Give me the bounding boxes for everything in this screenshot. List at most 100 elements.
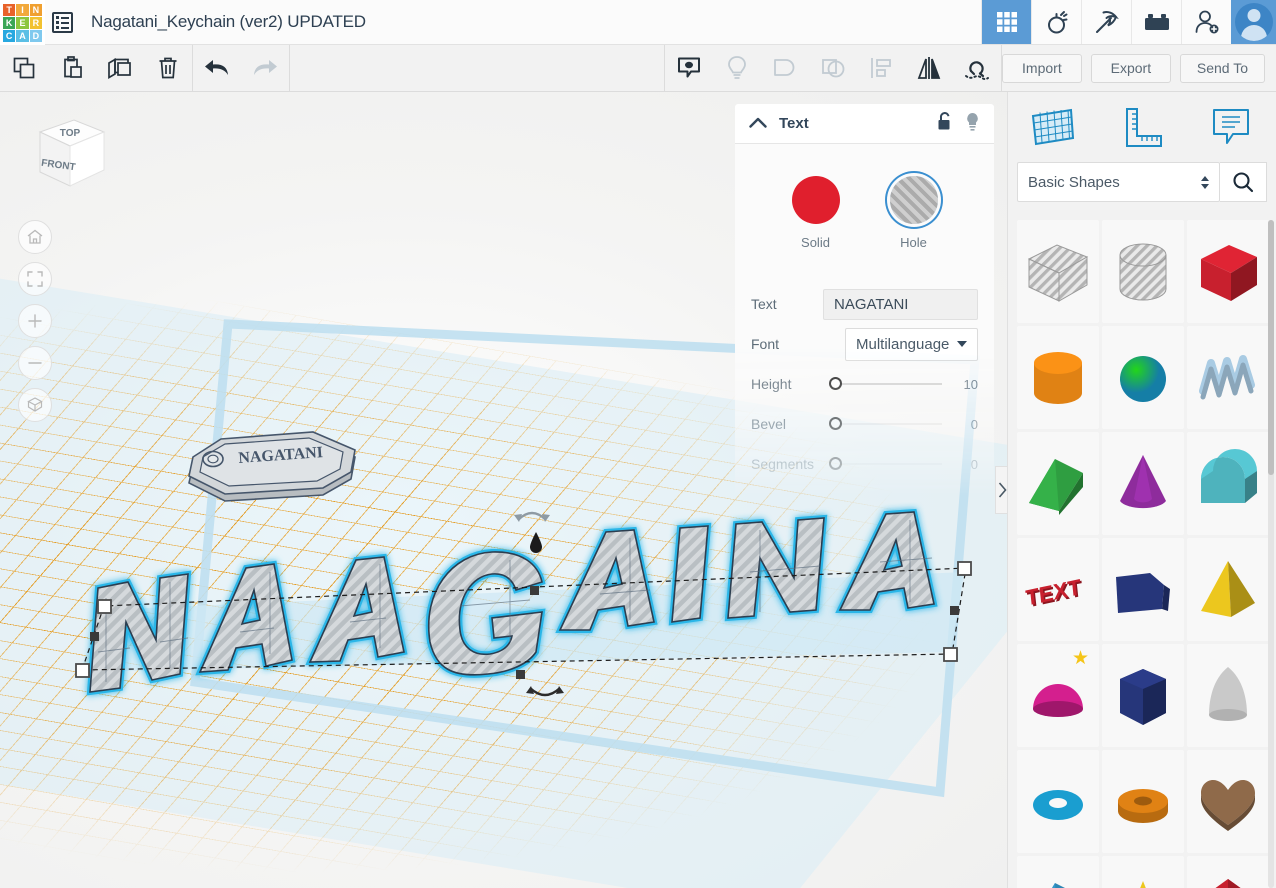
shape-wedge-blue[interactable] — [1017, 856, 1099, 888]
solid-swatch[interactable]: Solid — [791, 176, 840, 250]
edit-tools — [0, 45, 192, 92]
toolbar-divider-2 — [289, 44, 290, 92]
field-bevel: Bevel 0 — [751, 404, 978, 444]
spinner-arrows-icon — [1201, 175, 1209, 189]
bevel-value: 0 — [970, 416, 978, 432]
duplicate-icon[interactable] — [96, 45, 144, 92]
perspective-toggle-icon[interactable] — [18, 388, 52, 422]
shape-hexagonal-prism[interactable] — [1102, 644, 1184, 747]
trash-icon[interactable] — [144, 45, 192, 92]
topbar-actions — [981, 0, 1276, 44]
shape-half-cylinder[interactable] — [1187, 432, 1269, 535]
shape-category-select[interactable]: Basic Shapes — [1017, 162, 1220, 202]
bevel-slider[interactable] — [829, 417, 942, 430]
note-icon[interactable] — [1187, 92, 1276, 162]
shape-box-hole[interactable] — [1017, 220, 1099, 323]
shape-heart[interactable] — [1187, 750, 1269, 853]
shape-star[interactable] — [1102, 856, 1184, 888]
shape-polygon-box[interactable] — [1102, 538, 1184, 641]
ungroup-icon[interactable] — [809, 45, 857, 92]
shape-tube[interactable] — [1102, 750, 1184, 853]
shape-cylinder[interactable] — [1017, 326, 1099, 429]
shapes-grid[interactable]: TEXT TEXT ★ — [1017, 220, 1269, 888]
hole-swatch[interactable]: Hole — [889, 176, 938, 250]
rotate-handle-top[interactable] — [512, 504, 552, 526]
paste-icon[interactable] — [48, 45, 96, 92]
resize-handle-bl — [75, 663, 90, 678]
ruler-icon[interactable] — [1097, 92, 1186, 162]
segments-slider-knob[interactable] — [829, 457, 842, 470]
user-avatar[interactable] — [1231, 0, 1276, 44]
segments-value: 0 — [970, 456, 978, 472]
top-bar: TIN KER CAD Nagatani_Keychain (ver2) UPDAT… — [0, 0, 1276, 45]
shape-cylinder-hole[interactable] — [1102, 220, 1184, 323]
sidebar-tool-tabs — [1008, 92, 1276, 162]
undo-icon[interactable] — [193, 45, 241, 92]
shape-half-sphere[interactable]: ★ — [1017, 644, 1099, 747]
sendto-button[interactable]: Send To — [1179, 53, 1265, 83]
chevron-right-icon — [998, 482, 1007, 498]
tinkercad-logo[interactable]: TIN KER CAD — [0, 0, 45, 45]
mirror-icon[interactable] — [905, 45, 953, 92]
font-select-value: Multilanguage — [856, 335, 950, 353]
logo-letter-i: I — [16, 4, 29, 16]
add-person-icon[interactable] — [1181, 0, 1231, 44]
lego-brick-icon[interactable] — [1131, 0, 1181, 44]
solid-hole-swatches: Solid Hole — [735, 162, 994, 250]
codeblocks-icon[interactable] — [1031, 0, 1081, 44]
height-handle[interactable] — [528, 532, 544, 554]
shape-text[interactable]: TEXT TEXT — [1017, 538, 1099, 641]
unlock-icon[interactable] — [937, 111, 953, 136]
export-button[interactable]: Export — [1090, 53, 1171, 83]
search-icon[interactable] — [1220, 162, 1267, 202]
rotate-handle-bottom[interactable] — [524, 680, 566, 704]
copy-icon[interactable] — [0, 45, 48, 92]
hole-color-circle[interactable] — [889, 176, 938, 224]
shape-pyramid[interactable] — [1187, 538, 1269, 641]
document-title[interactable]: Nagatani_Keychain (ver2) UPDATED — [79, 0, 366, 44]
pickaxe-icon[interactable] — [1081, 0, 1131, 44]
resize-handle-bottom — [516, 670, 525, 679]
import-button[interactable]: Import — [1001, 53, 1082, 83]
view-cube[interactable]: TOP FRONT — [22, 110, 112, 200]
chevron-down-icon — [957, 341, 967, 347]
note-callout-icon[interactable] — [665, 45, 713, 92]
font-select[interactable]: Multilanguage — [845, 327, 978, 361]
resize-handle-tl — [97, 599, 112, 614]
workplane-icon[interactable] — [1008, 92, 1097, 162]
group-icon[interactable] — [761, 45, 809, 92]
shapes-sidebar: Basic Shapes TEXT TEXT ★ — [1007, 92, 1276, 888]
fit-to-view-icon[interactable] — [18, 262, 52, 296]
file-actions: Import Export Send To — [1001, 53, 1276, 83]
zoom-out-icon[interactable] — [18, 346, 52, 380]
shape-scribble[interactable] — [1187, 326, 1269, 429]
shape-box[interactable] — [1187, 220, 1269, 323]
shape-properties-panel[interactable]: Text Solid Hole Text NAGATANI Font Multi… — [735, 104, 994, 496]
shape-roof[interactable] — [1017, 432, 1099, 535]
collapse-panel-chevron-up-icon[interactable] — [749, 115, 767, 133]
shape-sphere[interactable] — [1102, 326, 1184, 429]
shapes-scrollbar[interactable] — [1268, 220, 1274, 888]
zoom-in-icon[interactable] — [18, 304, 52, 338]
apps-grid-icon[interactable] — [981, 0, 1031, 44]
align-icon[interactable] — [857, 45, 905, 92]
scrollbar-thumb[interactable] — [1268, 220, 1274, 475]
home-view-icon[interactable] — [18, 220, 52, 254]
magnet-icon[interactable] — [953, 45, 1001, 92]
height-slider-knob[interactable] — [829, 377, 842, 390]
shape-diamond[interactable] — [1187, 856, 1269, 888]
bevel-slider-knob[interactable] — [829, 417, 842, 430]
lightbulb-icon[interactable] — [965, 112, 980, 136]
shape-cone[interactable] — [1102, 432, 1184, 535]
shape-torus[interactable] — [1017, 750, 1099, 853]
font-field-label: Font — [751, 336, 780, 352]
height-slider[interactable] — [829, 377, 942, 390]
design-list-icon[interactable] — [45, 0, 79, 45]
shape-paraboloid[interactable] — [1187, 644, 1269, 747]
redo-icon[interactable] — [241, 45, 289, 92]
text-input[interactable]: NAGATANI — [823, 288, 978, 320]
solid-color-circle[interactable] — [791, 176, 840, 224]
lightbulb-icon[interactable] — [713, 45, 761, 92]
segments-slider[interactable] — [829, 457, 942, 470]
